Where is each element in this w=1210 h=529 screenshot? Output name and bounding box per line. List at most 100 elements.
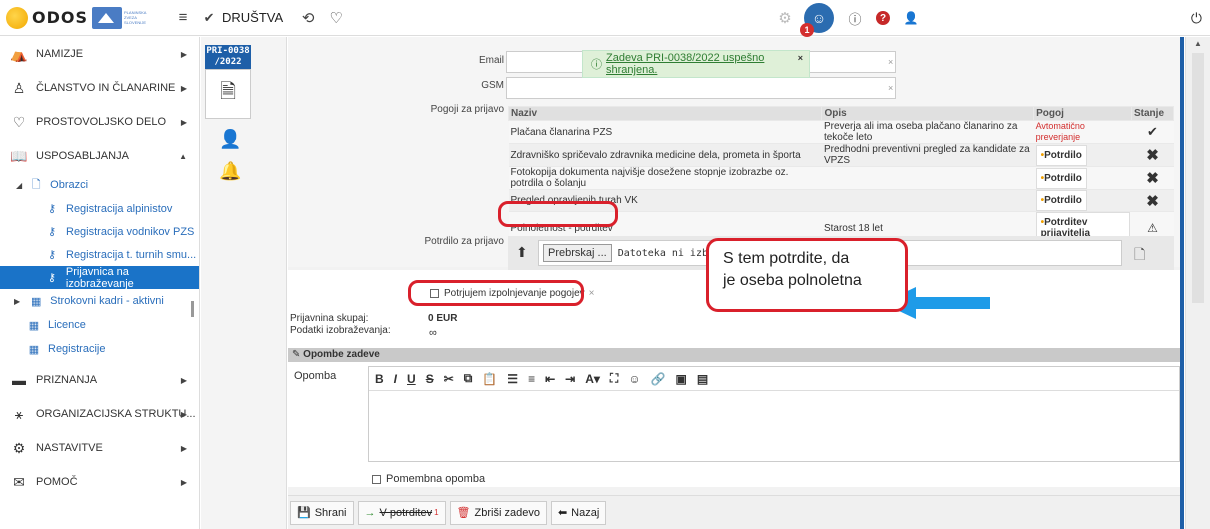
toast-message[interactable]: Zadeva PRI-0038/2022 uspešno shranjena. (606, 52, 809, 76)
gsm-label: GSM (481, 80, 504, 91)
back-button[interactable]: ⬅ Nazaj (550, 500, 607, 525)
bell-icon[interactable]: 🔔 (219, 161, 241, 182)
potrdilo-button[interactable]: •Potrdilo (1035, 167, 1087, 189)
sidebar-item-prijavnica[interactable]: ⚷ Prijavnica na izobraževanje (0, 266, 199, 290)
potrdilo-button[interactable]: •Potrdilo (1035, 190, 1087, 211)
paste-icon[interactable]: 📋 (482, 372, 497, 386)
notes-section-header[interactable]: ✎ Opombe zadeve (288, 348, 1184, 362)
confirm-clear-icon[interactable]: × (589, 288, 595, 299)
caret-right-icon: ▶ (180, 375, 187, 385)
potrdilo-button[interactable]: •Potrdilo (1035, 144, 1087, 166)
potrdilo-label: Potrdilo (1044, 149, 1082, 161)
vertical-scrollbar[interactable]: ▲ (1185, 37, 1210, 529)
sidebar-item-registracije[interactable]: ▦ Registracije (0, 337, 199, 361)
sidebar-item-nastavitve[interactable]: ⚙ NASTAVITVE ▶ (0, 431, 199, 465)
award-icon: ▬ (12, 372, 26, 388)
sidebar-item-prostovoljsko[interactable]: ♡ PROSTOVOLJSKO DELO ▶ (0, 105, 199, 139)
help-icon[interactable]: ? (872, 7, 894, 29)
potrdilo-label: Potrdilo (1044, 195, 1082, 206)
rich-text-editor[interactable]: B I U S ✂ ⧉ 📋 ☰ ≡ ⇤ ⇥ A▾ ⛶ ☺ 🔗 ▣ ▤ (368, 366, 1180, 462)
upload-file-icon[interactable]: ⬆ (516, 244, 528, 261)
indent-icon[interactable]: ⇥ (565, 372, 575, 386)
column-header-stanje[interactable]: Stanje (1131, 106, 1174, 121)
caret-down-icon: ◢ (16, 180, 23, 190)
trash-icon: 🗑 (456, 507, 471, 519)
underline-icon[interactable]: U (407, 372, 416, 386)
back-label: Nazaj (571, 506, 600, 519)
video-icon[interactable]: ▤ (697, 372, 708, 386)
column-header-naziv[interactable]: Naziv (507, 106, 823, 121)
power-icon[interactable]: ⏻ (1191, 10, 1202, 27)
info-icon[interactable]: ⓘ (844, 7, 866, 29)
scroll-up-icon[interactable]: ▲ (1194, 39, 1202, 48)
gsm-field[interactable] (506, 77, 896, 99)
browse-button[interactable]: Prebrskaj ... (543, 244, 612, 262)
scrollbar-thumb[interactable] (1192, 53, 1204, 303)
table-icon: ▦ (28, 319, 40, 332)
puzzle-icon[interactable]: ⚙ (774, 7, 796, 29)
emoji-icon[interactable]: ☺ (628, 372, 640, 386)
sidebar-item-priznanja[interactable]: ▬ PRIZNANJA ▶ (0, 363, 199, 397)
sidebar-item-namizje[interactable]: ⛺ NAMIZJE ▶ (0, 37, 199, 71)
sidebar-item-registracija-smucarjev[interactable]: ⚷ Registracija t. turnih smu... (0, 243, 199, 266)
numbered-list-icon[interactable]: ≡ (528, 372, 535, 386)
link-icon[interactable]: 🔗 (651, 372, 666, 386)
italic-icon[interactable]: I (394, 372, 397, 386)
user-tie-icon[interactable]: 👤 (219, 129, 241, 150)
image-icon[interactable]: ▣ (676, 372, 687, 386)
email-clear-icon[interactable]: × (888, 57, 898, 67)
user-icon[interactable]: 👤 (900, 7, 922, 29)
bold-icon[interactable]: B (375, 372, 384, 386)
sidebar-item-usposabljanja[interactable]: 📖 USPOSABLJANJA ▲ (0, 139, 199, 173)
gsm-clear-icon[interactable]: × (888, 83, 898, 93)
sidebar-item-strokovni-kadri[interactable]: ▶ ▦ Strokovni kadri - aktivni (0, 289, 199, 313)
case-tab[interactable]: PRI-0038 /2022 (205, 45, 251, 69)
users-icon[interactable]: ☺ 1 (800, 3, 834, 37)
fullscreen-icon[interactable]: ⛶ (610, 371, 618, 386)
binoculars-icon[interactable]: ∞ (429, 327, 437, 339)
pomembna-checkbox[interactable] (372, 474, 381, 484)
caret-right-icon: ▶ (180, 49, 187, 59)
save-button[interactable]: 💾 Shrani (290, 500, 354, 525)
toast-close-icon[interactable]: × (798, 53, 803, 63)
cell-pogoj-auto: Avtomatično preverjanje (1035, 121, 1085, 142)
callout-line-2: je oseba polnoletna (723, 272, 862, 289)
sidebar-item-pomoc[interactable]: ✉ POMOČ ▶ (0, 465, 199, 499)
sidebar-item-licence[interactable]: ▦ Licence (0, 313, 199, 337)
sidebar-item-clanstvo[interactable]: ♙ ČLANSTVO IN ČLANARINE ▶ (0, 71, 199, 105)
comments-icon: ✎ (292, 349, 301, 360)
key-icon: ⚷ (47, 272, 56, 284)
heart-icon[interactable]: ♡ (325, 7, 347, 29)
delete-case-button[interactable]: 🗑 Zbriši zadevo (449, 500, 547, 525)
font-color-icon[interactable]: A▾ (585, 372, 600, 386)
history-icon[interactable]: ⟲ (297, 7, 319, 29)
send-to-confirmation-button[interactable]: → V potrditev 1 (357, 500, 446, 525)
book-icon: 📖 (10, 147, 28, 164)
caret-right-icon: ▶ (180, 117, 187, 127)
footer-toolbar: 💾 Shrani → V potrditev 1 🗑 Zbriši zadevo ⬅ Na… (288, 495, 1184, 529)
app-logo[interactable]: ODOS PLANINSKA ZVEZA SLOVENIJE (6, 6, 154, 29)
arrow-right-icon: → (364, 506, 376, 519)
bullet-list-icon[interactable]: ☰ (507, 372, 518, 386)
sun-logo-icon (6, 6, 28, 29)
sidebar-item-registracija-alpinistov[interactable]: ⚷ Registracija alpinistov (0, 197, 199, 220)
drustva-menu[interactable]: DRUŠTVA (222, 10, 283, 25)
column-header-pogoj[interactable]: Pogoj (1033, 106, 1132, 121)
caret-right-icon: ▶ (180, 477, 187, 487)
sidebar-item-organizacijska[interactable]: ⚹ ORGANIZACIJSKA STRUKTU... ▶ (0, 397, 199, 431)
key-icon: ⚷ (47, 226, 57, 238)
email-label: Email (478, 55, 504, 66)
outdent-icon[interactable]: ⇤ (545, 372, 555, 386)
sidebar-item-obrazci[interactable]: ◢ 🗋 Obrazci (0, 173, 199, 197)
cut-icon[interactable]: ✂ (444, 372, 454, 386)
sidebar-resize-handle[interactable] (191, 301, 194, 317)
sidebar-item-registracija-vodnikov[interactable]: ⚷ Registracija vodnikov PZS (0, 220, 199, 243)
hamburger-menu-icon[interactable]: ≡ (172, 7, 194, 29)
add-file-icon[interactable]: 🗋 (1134, 244, 1145, 268)
pomembna-opomba-row[interactable]: Pomembna opomba (372, 473, 485, 485)
strikethrough-icon[interactable]: S (426, 372, 434, 386)
column-header-opis[interactable]: Opis (821, 106, 1035, 121)
form-document-icon[interactable]: 🗎 (205, 69, 251, 119)
copy-icon[interactable]: ⧉ (464, 371, 473, 386)
person-icon: ♙ (12, 79, 26, 96)
